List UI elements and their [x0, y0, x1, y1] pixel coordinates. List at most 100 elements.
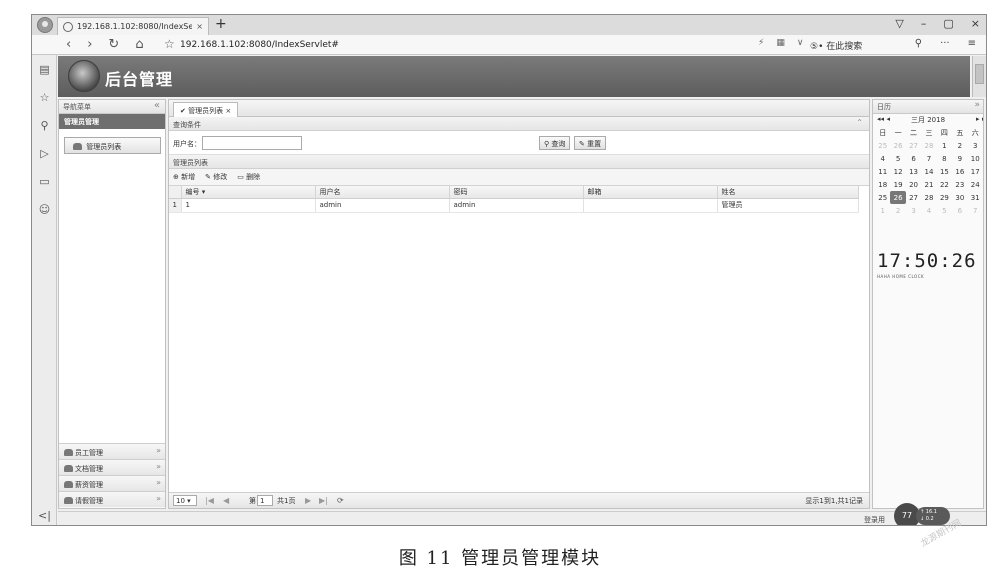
next-page-icon[interactable]: ▶	[305, 496, 311, 505]
grid-icon[interactable]: ▦	[776, 38, 785, 48]
page-number-input[interactable]: 1	[257, 495, 273, 506]
profile-avatar[interactable]	[37, 17, 53, 33]
username-input[interactable]	[202, 136, 302, 150]
column-header-password[interactable]: 密码	[449, 186, 584, 199]
calendar-day[interactable]: 22	[937, 178, 952, 191]
prev-page-icon[interactable]: ◀	[223, 496, 229, 505]
calendar-day[interactable]: 27	[906, 139, 921, 152]
calendar-day[interactable]: 2	[890, 204, 905, 217]
chat-icon[interactable]: ☺	[38, 203, 51, 216]
delete-button[interactable]: ▭ 删除	[237, 172, 260, 182]
calendar-day[interactable]: 27	[906, 191, 921, 204]
screen-icon[interactable]: ▭	[38, 175, 51, 188]
collapse-west-icon[interactable]: «	[154, 100, 160, 111]
calendar-day[interactable]: 20	[906, 178, 921, 191]
search-icon[interactable]: ⚲	[915, 38, 922, 49]
close-window-button[interactable]: ×	[971, 17, 980, 30]
calendar-day[interactable]: 7	[968, 204, 983, 217]
maximize-button[interactable]: ▢	[943, 17, 953, 30]
calendar-day[interactable]: 8	[937, 152, 952, 165]
calendar-day[interactable]: 30	[952, 191, 967, 204]
calendar-day[interactable]: 21	[921, 178, 936, 191]
add-button[interactable]: ⊕ 新增	[173, 172, 195, 182]
sidebar-search-icon[interactable]: ⚲	[38, 119, 51, 132]
table-row[interactable]: 1 1 admin admin 管理员	[169, 198, 859, 213]
calendar-day[interactable]: 19	[890, 178, 905, 191]
sidebar-collapse-icon[interactable]: <|	[38, 509, 51, 522]
calendar-day[interactable]: 16	[952, 165, 967, 178]
nav-group-admin[interactable]: 管理员管理	[59, 114, 165, 129]
calendar-day[interactable]: 17	[968, 165, 983, 178]
calendar-day[interactable]: 25	[875, 139, 890, 152]
column-header-name[interactable]: 姓名	[717, 186, 859, 199]
calendar-day[interactable]: 25	[875, 191, 890, 204]
calendar-day[interactable]: 5	[890, 152, 905, 165]
calendar-day[interactable]: 11	[875, 165, 890, 178]
home-icon[interactable]: ⌂	[135, 37, 143, 52]
favorites-icon[interactable]: ☆	[38, 91, 51, 104]
expand-icon[interactable]: »	[156, 446, 161, 455]
skin-icon[interactable]: ▽	[895, 17, 903, 30]
calendar-day[interactable]: 1	[875, 204, 890, 217]
scrollbar-thumb[interactable]	[975, 64, 984, 84]
calendar-day[interactable]: 6	[952, 204, 967, 217]
refresh-icon[interactable]: ↻	[108, 37, 119, 52]
calendar-day[interactable]: 6	[906, 152, 921, 165]
close-icon[interactable]: ×	[225, 107, 231, 115]
calendar-day[interactable]: 28	[921, 191, 936, 204]
calendar-day[interactable]: 3	[968, 139, 983, 152]
calendar-day[interactable]: 29	[937, 191, 952, 204]
browser-tab[interactable]: 192.168.1.102:8080/IndexServlet# ×	[57, 17, 209, 35]
chevron-down-icon[interactable]: ∨	[797, 38, 804, 48]
collapse-up-icon[interactable]: ⌃	[856, 118, 863, 127]
reset-button[interactable]: ✎ 重置	[574, 136, 607, 150]
calendar-day[interactable]: 15	[937, 165, 952, 178]
tab-admin-list[interactable]: ✔ 管理员列表 ×	[173, 102, 239, 117]
calendar-day[interactable]: 24	[968, 178, 983, 191]
calendar-day[interactable]: 10	[968, 152, 983, 165]
page-scrollbar[interactable]	[972, 56, 986, 97]
calendar-day[interactable]: 23	[952, 178, 967, 191]
calendar-day[interactable]: 26	[890, 139, 905, 152]
new-tab-button[interactable]: +	[215, 16, 227, 32]
calendar-day[interactable]: 4	[921, 204, 936, 217]
calendar-day[interactable]: 2	[952, 139, 967, 152]
more-icon[interactable]: ···	[940, 38, 950, 49]
nav-group-salary[interactable]: 薪资管理 »	[59, 475, 165, 491]
search-button[interactable]: ⚲ 查询	[539, 136, 571, 150]
calendar-month[interactable]: 三月 2018	[911, 115, 945, 125]
video-icon[interactable]: ▷	[38, 147, 51, 160]
expand-icon[interactable]: »	[156, 478, 161, 487]
search-engine-box[interactable]: ⑤• 在此搜索	[810, 39, 862, 52]
menu-icon[interactable]: ≡	[968, 38, 976, 49]
calendar-day[interactable]: 13	[906, 165, 921, 178]
expand-icon[interactable]: »	[156, 494, 161, 503]
nav-group-leave[interactable]: 请假管理 »	[59, 491, 165, 507]
page-size-select[interactable]: 10 ▾	[173, 495, 197, 506]
expand-icon[interactable]: »	[156, 462, 161, 471]
calendar-day[interactable]: 12	[890, 165, 905, 178]
calendar-day[interactable]: 31	[968, 191, 983, 204]
first-page-icon[interactable]: |◀	[205, 496, 214, 505]
back-icon[interactable]: ‹	[66, 37, 71, 52]
last-page-icon[interactable]: ▶|	[319, 496, 328, 505]
reader-icon[interactable]: ▤	[38, 63, 51, 76]
forward-icon[interactable]: ›	[87, 37, 92, 52]
next-month-icon[interactable]: ▸ ▸▸	[976, 115, 983, 123]
prev-month-icon[interactable]: ◂◂ ◂	[877, 115, 890, 123]
calendar-day[interactable]: 5	[937, 204, 952, 217]
nav-group-docs[interactable]: 文档管理 »	[59, 459, 165, 475]
admin-list-link[interactable]: 管理员列表	[64, 137, 161, 154]
collapse-east-icon[interactable]: »	[974, 100, 980, 110]
column-header-username[interactable]: 用户名	[315, 186, 450, 199]
lightning-icon[interactable]: ⚡	[758, 38, 764, 48]
calendar-day[interactable]: 14	[921, 165, 936, 178]
minimize-button[interactable]: –	[921, 17, 927, 30]
calendar-day[interactable]: 3	[906, 204, 921, 217]
bookmark-star-icon[interactable]: ☆	[164, 37, 175, 51]
calendar-day[interactable]: 28	[921, 139, 936, 152]
calendar-day[interactable]: 1	[937, 139, 952, 152]
nav-group-staff[interactable]: 员工管理 »	[59, 443, 165, 459]
column-header-email[interactable]: 邮箱	[583, 186, 718, 199]
calendar-day[interactable]: 18	[875, 178, 890, 191]
